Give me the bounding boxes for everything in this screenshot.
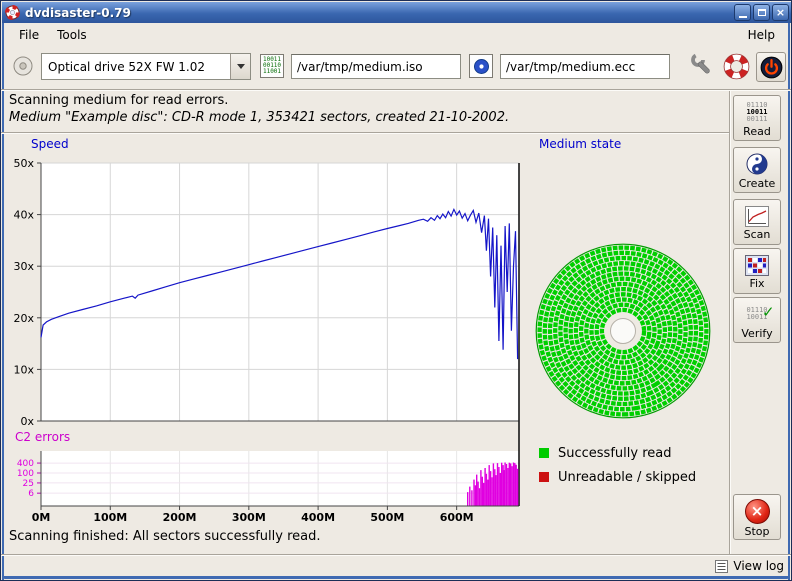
toolbar: Optical drive 52X FW 1.02 10011 00110 11… bbox=[4, 46, 790, 88]
status-line-2: Medium "Example disc": CD-R mode 1, 3534… bbox=[9, 110, 509, 125]
scan-chart-icon bbox=[745, 206, 769, 227]
svg-text:25: 25 bbox=[23, 479, 34, 489]
svg-text:600M: 600M bbox=[440, 511, 474, 524]
verify-button[interactable]: 01110 10011 ✓ Verify bbox=[733, 297, 781, 343]
minimize-button[interactable] bbox=[734, 4, 751, 21]
app-icon bbox=[5, 5, 20, 20]
wrench-icon bbox=[690, 52, 717, 81]
svg-text:100: 100 bbox=[17, 469, 34, 479]
svg-text:500M: 500M bbox=[370, 511, 404, 524]
help-lifebuoy-button[interactable] bbox=[723, 53, 750, 80]
verify-icon: 01110 10011 ✓ bbox=[746, 303, 767, 326]
svg-text:0M: 0M bbox=[32, 511, 51, 524]
view-log-label: View log bbox=[733, 559, 784, 573]
svg-text:50x: 50x bbox=[13, 157, 34, 170]
menu-file[interactable]: File bbox=[10, 25, 48, 45]
svg-text:400: 400 bbox=[17, 459, 34, 469]
window-frame-right bbox=[788, 23, 790, 580]
status-line-1: Scanning medium for read errors. bbox=[9, 93, 228, 108]
svg-text:300M: 300M bbox=[232, 511, 266, 524]
drive-icon bbox=[11, 54, 35, 78]
read-icon: 01110 10011 00111 bbox=[746, 101, 767, 124]
ecc-path-input[interactable] bbox=[500, 54, 670, 79]
svg-text:20x: 20x bbox=[13, 312, 34, 325]
yin-yang-icon bbox=[745, 152, 769, 176]
svg-text:100M: 100M bbox=[93, 511, 127, 524]
svg-text:400M: 400M bbox=[301, 511, 335, 524]
minimize-icon bbox=[739, 16, 747, 18]
ecc-file-icon bbox=[469, 54, 493, 78]
medium-state-legend: Successfully read Unreadable / skipped bbox=[539, 441, 696, 489]
log-icon bbox=[715, 560, 728, 573]
svg-text:10x: 10x bbox=[13, 363, 34, 376]
maximize-icon bbox=[758, 9, 766, 16]
drive-selector-value: Optical drive 52X FW 1.02 bbox=[42, 54, 230, 79]
close-icon: × bbox=[776, 7, 785, 18]
titlebar: dvdisaster-0.79 × bbox=[2, 2, 792, 23]
menubar: File Tools Help bbox=[4, 23, 790, 46]
read-button[interactable]: 01110 10011 00111 Read bbox=[733, 95, 781, 141]
legend-swatch-unreadable bbox=[539, 472, 549, 482]
statusbar: View log bbox=[4, 556, 790, 578]
power-icon bbox=[760, 56, 783, 79]
preferences-wrench-button[interactable] bbox=[690, 52, 717, 81]
charts-canvas: 0x 10x 20x 30x 40x 50x 0M 100M 200M 300M 400M 500M 6… bbox=[1, 137, 729, 555]
fix-button[interactable]: Fix bbox=[733, 248, 781, 294]
fix-blocks-icon bbox=[745, 255, 769, 276]
svg-text:6: 6 bbox=[28, 489, 34, 499]
stop-icon: × bbox=[745, 499, 770, 524]
create-button[interactable]: Create bbox=[733, 147, 781, 193]
legend-label-unreadable: Unreadable / skipped bbox=[558, 470, 696, 485]
quit-power-button[interactable] bbox=[756, 52, 786, 82]
sidebar-separator bbox=[729, 91, 731, 554]
status-separator bbox=[1, 132, 730, 134]
menu-help[interactable]: Help bbox=[739, 25, 784, 45]
app-window: dvdisaster-0.79 × File Tools Help Optica… bbox=[0, 0, 792, 581]
scan-button[interactable]: Scan bbox=[733, 199, 781, 245]
drive-selector[interactable]: Optical drive 52X FW 1.02 bbox=[41, 53, 251, 80]
window-title: dvdisaster-0.79 bbox=[25, 6, 732, 20]
iso-path-input[interactable] bbox=[291, 54, 461, 79]
svg-text:200M: 200M bbox=[163, 511, 197, 524]
maximize-button[interactable] bbox=[753, 4, 770, 21]
svg-text:40x: 40x bbox=[13, 209, 34, 222]
close-button[interactable]: × bbox=[772, 4, 789, 21]
scan-result-text: Scanning finished: All sectors successfu… bbox=[9, 529, 321, 544]
svg-text:30x: 30x bbox=[13, 260, 34, 273]
menu-tools[interactable]: Tools bbox=[48, 25, 96, 45]
svg-text:0x: 0x bbox=[20, 415, 34, 428]
view-log-button[interactable]: View log bbox=[715, 559, 784, 573]
check-icon: ✓ bbox=[762, 305, 775, 320]
legend-item-read: Successfully read bbox=[539, 441, 696, 465]
stop-button[interactable]: × Stop bbox=[733, 494, 781, 540]
toolbar-separator bbox=[1, 89, 792, 91]
legend-item-unreadable: Unreadable / skipped bbox=[539, 465, 696, 489]
lifebuoy-icon bbox=[723, 53, 750, 80]
legend-label-read: Successfully read bbox=[558, 446, 671, 461]
legend-swatch-read bbox=[539, 448, 549, 458]
drive-selector-arrow-button[interactable] bbox=[230, 54, 250, 79]
chevron-down-icon bbox=[237, 64, 245, 69]
iso-file-icon: 10011 00110 11001 bbox=[260, 54, 284, 78]
